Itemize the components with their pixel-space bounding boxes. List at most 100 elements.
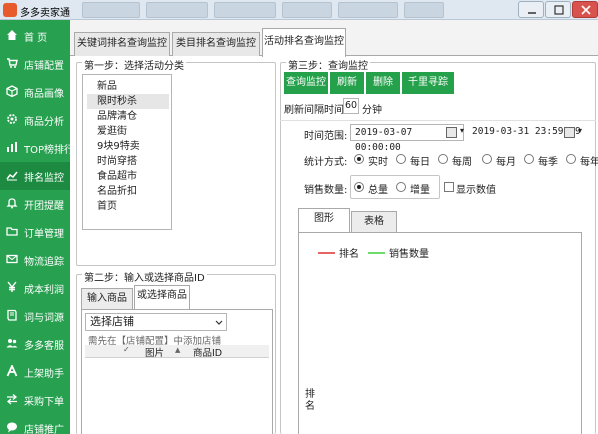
sidebar-item-product-profile[interactable]: 商品画像	[0, 78, 70, 106]
minimize-button[interactable]	[518, 1, 544, 18]
tab-keyword-rank[interactable]: 关键词排名查询监控	[74, 32, 170, 56]
sidebar-item-label: 成本利润	[24, 285, 64, 296]
folder-icon	[6, 227, 18, 236]
list-item[interactable]: 名品折扣	[97, 184, 169, 199]
radio-increment[interactable]	[396, 182, 406, 192]
stat-method-label: 统计方式:	[304, 157, 348, 168]
delete-button[interactable]: 删除	[366, 72, 400, 94]
select-column-marker: ✓	[123, 345, 130, 354]
main-panel: 关键词排名查询监控 类目排名查询监控 活动排名查询监控 第一步：选择活动分类 新…	[70, 20, 598, 434]
maximize-icon	[554, 5, 564, 15]
sidebar-item-listing-helper[interactable]: 上架助手	[0, 358, 70, 386]
browser-tab-1[interactable]	[82, 2, 140, 18]
show-values-checkbox[interactable]	[444, 182, 454, 192]
chevron-down-icon[interactable]: ▾	[460, 126, 464, 135]
radio-realtime[interactable]	[354, 154, 364, 164]
close-button[interactable]	[572, 1, 598, 18]
window-title: 多多卖家通	[20, 8, 70, 19]
list-item[interactable]: 首页	[97, 199, 169, 214]
browser-tab-6[interactable]	[404, 2, 444, 18]
radio-label: 每日	[410, 157, 430, 168]
shop-select[interactable]: 选择店铺	[85, 313, 227, 331]
list-item[interactable]: 9块9特卖	[97, 139, 169, 154]
browser-tab-3[interactable]	[214, 2, 276, 18]
sidebar-item-group-reminder[interactable]: 开团提醒	[0, 190, 70, 218]
sidebar-item-label: 开团提醒	[24, 201, 64, 212]
tab-table[interactable]: 表格	[351, 211, 397, 233]
refresh-interval-unit: 分钟	[362, 105, 382, 116]
radio-label: 每月	[496, 157, 516, 168]
radio-total[interactable]	[354, 182, 364, 192]
list-item[interactable]: 爱逛街	[97, 124, 169, 139]
list-item[interactable]: 食品超市	[97, 169, 169, 184]
sidebar-item-shop-promotion[interactable]: 店铺推广	[0, 414, 70, 434]
action-toolbar: 查询监控 刷新 删除 千里寻踪	[284, 72, 464, 94]
browser-tab-2[interactable]	[146, 2, 208, 18]
radio-label: 每年	[580, 157, 598, 168]
close-icon	[581, 5, 591, 15]
list-item[interactable]: 新品	[97, 79, 169, 94]
sidebar-item-shop-config[interactable]: 店铺配置	[0, 50, 70, 78]
sidebar-item-label: 商品画像	[24, 89, 64, 100]
chevron-down-icon[interactable]: ▾	[578, 126, 582, 135]
browser-tab-4[interactable]	[282, 2, 332, 18]
book-icon	[7, 309, 17, 321]
tab-category-rank[interactable]: 类目排名查询监控	[172, 32, 260, 56]
exchange-icon	[6, 394, 18, 405]
show-values-label: 显示数值	[456, 185, 496, 196]
column-header-product-id[interactable]: 商品ID	[193, 345, 222, 359]
refresh-button[interactable]: 刷新	[330, 72, 364, 94]
app-logo-icon	[3, 3, 17, 17]
trace-button[interactable]: 千里寻踪	[402, 72, 454, 94]
radio-yearly[interactable]	[566, 154, 576, 164]
time-range-label: 时间范围:	[304, 131, 348, 142]
radio-weekly[interactable]	[438, 154, 448, 164]
tab-chart[interactable]: 图形	[298, 208, 350, 233]
radio-label: 增量	[410, 185, 430, 196]
sidebar-item-orders[interactable]: 订单管理	[0, 218, 70, 246]
divider	[280, 120, 596, 121]
sidebar-item-top-ranking[interactable]: TOP榜排行	[0, 134, 74, 162]
activity-category-list[interactable]: 新品 限时秒杀 品牌清仓 爱逛街 9块9特卖 时尚穿搭 食品超市 名品折扣 首页	[82, 74, 172, 230]
radio-label: 总量	[368, 185, 388, 196]
list-item[interactable]: 品牌清仓	[97, 109, 169, 124]
chart-area: 排名 销售数量 排名	[298, 232, 582, 434]
mail-icon	[6, 254, 18, 264]
sidebar-item-product-analysis[interactable]: 商品分析	[0, 106, 70, 134]
tab-input-product-id[interactable]: 输入商品ID	[81, 288, 133, 324]
calendar-icon[interactable]	[446, 127, 457, 138]
chat-icon	[7, 422, 17, 433]
sidebar-item-customer-service[interactable]: 多多客服	[0, 330, 70, 358]
list-item[interactable]: 时尚穿搭	[97, 154, 169, 169]
refresh-interval-input[interactable]: 60	[343, 98, 359, 114]
sidebar-item-label: 采购下单	[24, 397, 64, 408]
calendar-icon[interactable]	[564, 127, 575, 138]
bell-icon	[6, 198, 18, 209]
gear-icon	[7, 114, 17, 124]
bar-chart-icon	[7, 142, 17, 152]
list-item[interactable]: 限时秒杀	[87, 94, 169, 109]
sidebar-item-logistics[interactable]: 物流追踪	[0, 246, 70, 274]
sidebar-item-rank-monitor[interactable]: 排名监控	[0, 162, 70, 190]
radio-daily[interactable]	[396, 154, 406, 164]
sidebar-item-purchase-order[interactable]: 采购下单	[0, 386, 70, 414]
sidebar-item-home[interactable]: 首 页	[0, 22, 70, 50]
sidebar-item-label: 店铺配置	[24, 61, 64, 72]
rank-chart: 排名 销售数量	[318, 247, 429, 260]
tab-select-product[interactable]: 或选择商品	[134, 285, 190, 310]
box-icon	[6, 85, 18, 97]
step1-title: 第一步：选择活动分类	[82, 57, 186, 72]
legend-label-sales: 销售数量	[389, 247, 429, 260]
product-grid[interactable]: ✓ 图片 ▲ 商品ID	[85, 345, 269, 433]
column-header-image[interactable]: 图片	[145, 345, 164, 359]
radio-monthly[interactable]	[482, 154, 492, 164]
sidebar-item-word-source[interactable]: 词与词源	[0, 302, 70, 330]
chevron-down-icon	[215, 320, 223, 325]
tab-activity-rank[interactable]: 活动排名查询监控	[262, 28, 346, 57]
radio-quarterly[interactable]	[524, 154, 534, 164]
browser-tab-5[interactable]	[338, 2, 398, 18]
query-monitor-button[interactable]: 查询监控	[284, 72, 328, 94]
maximize-button[interactable]	[545, 1, 571, 18]
sidebar-item-label: 订单管理	[24, 229, 64, 240]
sidebar-item-cost-profit[interactable]: 成本利润	[0, 274, 70, 302]
